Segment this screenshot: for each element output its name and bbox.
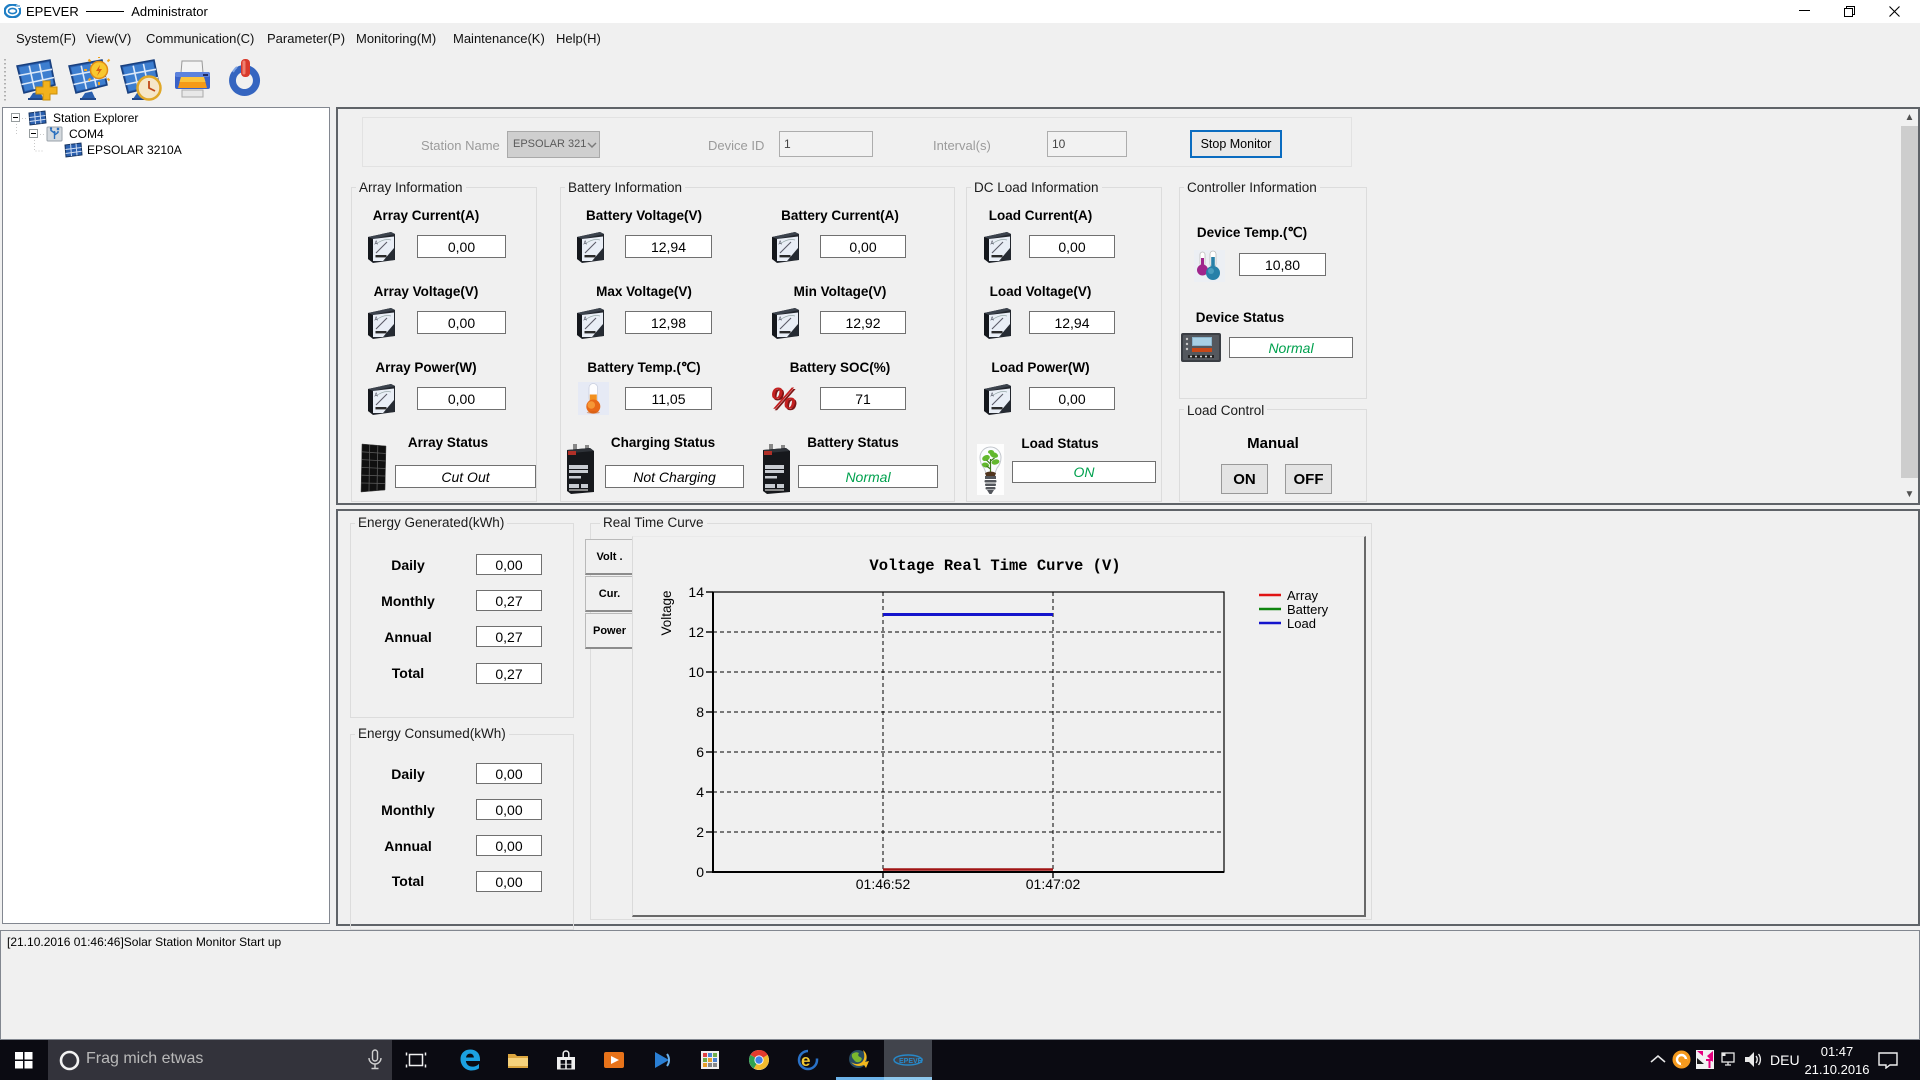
svg-text:10: 10	[688, 664, 704, 680]
svg-text:Voltage Real Time Curve (V): Voltage Real Time Curve (V)	[869, 557, 1120, 575]
svg-text:4: 4	[696, 784, 704, 800]
svg-text:01:46:52: 01:46:52	[856, 876, 911, 892]
svg-text:6: 6	[696, 744, 704, 760]
svg-text:8: 8	[696, 704, 704, 720]
svg-text:14: 14	[688, 584, 704, 600]
svg-text:12: 12	[688, 624, 704, 640]
svg-text:2: 2	[696, 824, 704, 840]
svg-text:Voltage: Voltage	[659, 590, 674, 635]
svg-text:EPEVER: EPEVER	[899, 1058, 923, 1065]
svg-text:0: 0	[696, 864, 704, 880]
svg-text:Load: Load	[1287, 616, 1316, 631]
svg-text:01:47:02: 01:47:02	[1026, 876, 1081, 892]
svg-text:Battery: Battery	[1287, 602, 1329, 617]
svg-text:Array: Array	[1287, 588, 1319, 603]
svg-text:e: e	[801, 1051, 810, 1070]
